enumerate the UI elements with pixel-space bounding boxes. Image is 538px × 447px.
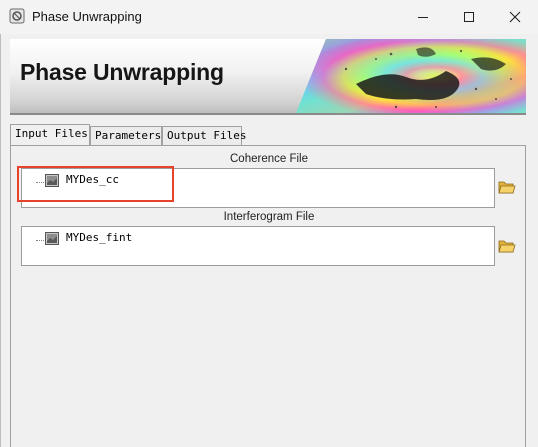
folder-open-icon[interactable] [498, 179, 516, 195]
highlight-box [17, 166, 174, 202]
folder-open-icon[interactable] [498, 238, 516, 254]
close-icon [509, 11, 521, 23]
maximize-button[interactable] [446, 0, 492, 34]
minimize-icon [418, 17, 428, 18]
coherence-file-label: Coherence File [230, 153, 308, 165]
interferogram-file-list[interactable]: MYDes_fint [21, 226, 495, 266]
close-button[interactable] [492, 0, 538, 34]
interferogram-file-label: Interferogram File [223, 211, 315, 223]
interferogram-file-item[interactable]: MYDes_fint [66, 231, 132, 244]
window-title: Phase Unwrapping [32, 9, 142, 24]
app-icon [9, 8, 25, 24]
header-banner: Phase Unwrapping [10, 39, 526, 115]
raster-file-icon [45, 232, 59, 245]
maximize-icon [464, 12, 474, 22]
interferogram-image [296, 39, 526, 113]
title-bar: Phase Unwrapping [0, 0, 538, 34]
minimize-button[interactable] [400, 0, 446, 34]
tab-parameters[interactable]: Parameters [90, 126, 162, 145]
banner-title: Phase Unwrapping [20, 59, 224, 85]
tab-output-files[interactable]: Output Files [162, 126, 246, 145]
tab-input-files[interactable]: Input Files [10, 124, 90, 145]
